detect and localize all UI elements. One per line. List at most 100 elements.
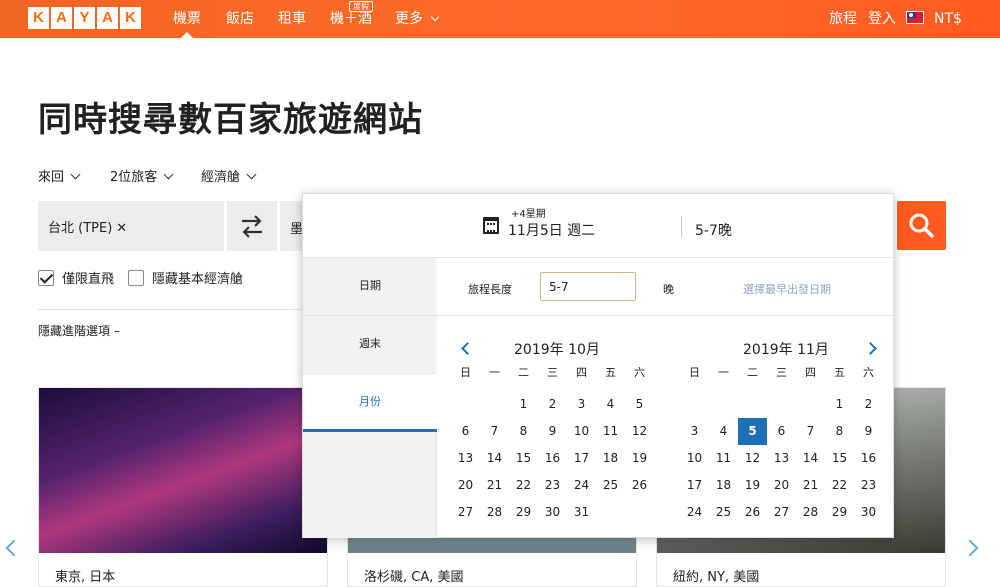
calendar-day[interactable]: 29 <box>509 499 538 526</box>
currency-selector[interactable]: NT$ <box>934 0 962 38</box>
nights-range[interactable]: 5-7晚 <box>695 220 732 240</box>
calendar-day[interactable]: 31 <box>567 499 596 526</box>
calendar-day[interactable]: 30 <box>538 499 567 526</box>
calendar-day[interactable]: 3 <box>680 418 709 445</box>
calendar-day[interactable]: 28 <box>480 499 509 526</box>
calendar-day[interactable]: 17 <box>680 472 709 499</box>
calendar-day[interactable]: 10 <box>680 445 709 472</box>
calendar-day[interactable]: 19 <box>625 445 654 472</box>
empty-day <box>767 391 796 418</box>
carousel-prev-icon[interactable] <box>6 540 23 557</box>
calendar-day[interactable]: 17 <box>567 445 596 472</box>
nav-more[interactable]: 更多 <box>395 0 438 38</box>
calendar-day[interactable]: 8 <box>509 418 538 445</box>
calendar-day[interactable]: 15 <box>825 445 854 472</box>
calendar-day[interactable]: 26 <box>625 472 654 499</box>
calendar-day[interactable]: 24 <box>567 472 596 499</box>
calendar-day[interactable]: 8 <box>825 418 854 445</box>
calendar-day[interactable]: 15 <box>509 445 538 472</box>
calendar-day[interactable]: 28 <box>796 499 825 526</box>
calendar-day[interactable]: 6 <box>767 418 796 445</box>
calendar-day[interactable]: 20 <box>767 472 796 499</box>
carousel-next-icon[interactable] <box>962 540 979 557</box>
search-button[interactable] <box>897 201 946 250</box>
nav-login[interactable]: 登入 <box>868 0 896 38</box>
calendar-day[interactable]: 19 <box>738 472 767 499</box>
calendar-day[interactable]: 11 <box>709 445 738 472</box>
calendar-day[interactable]: 4 <box>596 391 625 418</box>
tab-dates[interactable]: 日期 <box>303 258 437 316</box>
calendar-day[interactable]: 21 <box>796 472 825 499</box>
calendar-day[interactable]: 22 <box>825 472 854 499</box>
calendar-day[interactable]: 21 <box>480 472 509 499</box>
nav-hotels[interactable]: 飯店 <box>226 0 254 38</box>
calendar-day[interactable]: 5 <box>625 391 654 418</box>
logo-letter: K <box>28 7 49 29</box>
departure-date[interactable]: 11月5日 週二 <box>508 220 595 240</box>
calendar-day[interactable]: 27 <box>451 499 480 526</box>
calendar-day[interactable]: 6 <box>451 418 480 445</box>
calendar-day[interactable]: 24 <box>680 499 709 526</box>
trip-type-dropdown[interactable]: 來回 <box>38 166 79 185</box>
calendar-day[interactable]: 12 <box>625 418 654 445</box>
calendar-day[interactable]: 16 <box>854 445 883 472</box>
nav-trips[interactable]: 旅程 <box>829 0 857 38</box>
earliest-departure-hint[interactable]: 選擇最早出發日期 <box>743 281 831 297</box>
calendar-day[interactable]: 1 <box>509 391 538 418</box>
calendar-day[interactable]: 16 <box>538 445 567 472</box>
swap-icon <box>227 201 277 251</box>
calendar-day[interactable]: 23 <box>854 472 883 499</box>
destination-field[interactable]: 墨 <box>280 201 304 251</box>
calendar-day[interactable]: 26 <box>738 499 767 526</box>
calendar-day[interactable]: 3 <box>567 391 596 418</box>
calendar-day[interactable]: 30 <box>854 499 883 526</box>
prev-month-icon[interactable] <box>461 342 474 355</box>
swap-button[interactable] <box>227 201 277 251</box>
taiwan-flag-icon[interactable] <box>906 11 924 24</box>
cabin-dropdown[interactable]: 經濟艙 <box>201 166 255 185</box>
empty-day <box>796 391 825 418</box>
calendar-day[interactable]: 2 <box>538 391 567 418</box>
calendar-day[interactable]: 18 <box>709 472 738 499</box>
tab-months[interactable]: 月份 <box>303 374 437 432</box>
calendar-day[interactable]: 13 <box>767 445 796 472</box>
calendar-day-selected[interactable]: 5 <box>738 418 767 445</box>
remove-origin-icon[interactable]: ✕ <box>116 221 127 236</box>
trip-length-input[interactable] <box>540 272 636 301</box>
chevron-down-icon <box>71 170 81 180</box>
calendar-day[interactable]: 11 <box>596 418 625 445</box>
calendar-day[interactable]: 18 <box>596 445 625 472</box>
calendar-day[interactable]: 10 <box>567 418 596 445</box>
calendar-day[interactable]: 7 <box>796 418 825 445</box>
nav-flights[interactable]: 機票 <box>173 0 201 38</box>
calendar-day[interactable]: 1 <box>825 391 854 418</box>
calendar-day[interactable]: 25 <box>709 499 738 526</box>
calendar-day[interactable]: 4 <box>709 418 738 445</box>
calendar-day[interactable]: 22 <box>509 472 538 499</box>
calendar-day[interactable]: 14 <box>796 445 825 472</box>
origin-field[interactable]: 台北 (TPE)✕ <box>38 201 224 251</box>
calendar-day[interactable]: 23 <box>538 472 567 499</box>
toggle-advanced-options[interactable]: 隱藏進階選項 – <box>38 322 120 339</box>
calendar-day[interactable]: 29 <box>825 499 854 526</box>
hide-basic-economy-checkbox[interactable]: 隱藏基本經濟艙 <box>128 268 243 287</box>
kayak-logo[interactable]: K A Y A K <box>28 7 141 29</box>
calendar-day[interactable]: 20 <box>451 472 480 499</box>
calendar-day[interactable]: 9 <box>854 418 883 445</box>
calendar-day[interactable]: 7 <box>480 418 509 445</box>
calendar-day[interactable]: 9 <box>538 418 567 445</box>
calendar-day[interactable]: 13 <box>451 445 480 472</box>
next-month-icon[interactable] <box>864 342 877 355</box>
calendar-day[interactable]: 25 <box>596 472 625 499</box>
tab-weekends[interactable]: 週末 <box>303 316 437 374</box>
calendar-day[interactable]: 2 <box>854 391 883 418</box>
travelers-dropdown[interactable]: 2位旅客 <box>110 166 172 185</box>
calendar-day[interactable]: 27 <box>767 499 796 526</box>
destination-card-tokyo[interactable]: 東京, 日本 <box>38 387 328 587</box>
weekday-header: 五 <box>825 364 854 382</box>
calendar-day[interactable]: 12 <box>738 445 767 472</box>
nav-packages[interactable]: 機＋酒 <box>330 0 372 38</box>
calendar-day[interactable]: 14 <box>480 445 509 472</box>
nonstop-checkbox[interactable]: 僅限直飛 <box>38 268 114 287</box>
nav-cars[interactable]: 租車 <box>278 0 306 38</box>
